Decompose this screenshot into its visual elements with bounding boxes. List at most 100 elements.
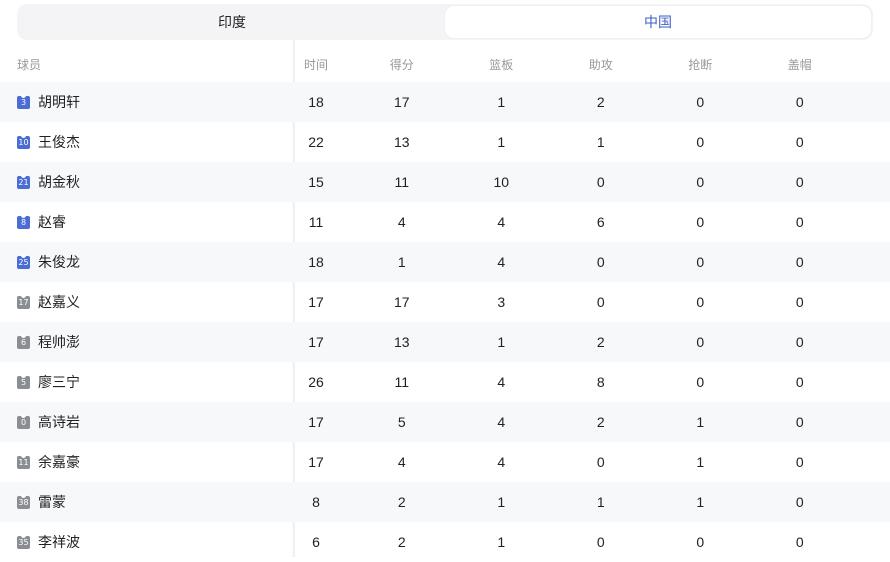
table-row[interactable]: 38雷蒙821110 [0,482,890,522]
header-steals: 抢断 [651,56,751,73]
stat-assists: 1 [551,134,651,150]
stat-assists: 2 [551,334,651,350]
stat-time: 17 [295,334,337,350]
table-row[interactable]: 6程帅澎17131200 [0,322,890,362]
stat-blocks: 0 [750,214,850,230]
header-player: 球员 [0,46,295,82]
stat-assists: 1 [551,494,651,510]
stat-rebounds: 4 [452,414,552,430]
stat-assists: 0 [551,294,651,310]
jersey-icon: 17 [17,296,30,309]
jersey-icon: 5 [17,376,30,389]
team-tabs: 印度 中国 [17,4,873,40]
header-points: 得分 [352,56,452,73]
stat-time: 26 [295,374,337,390]
stat-blocks: 0 [750,294,850,310]
player-name[interactable]: 王俊杰 [38,132,80,152]
stat-rebounds: 1 [452,334,552,350]
tab-india[interactable]: 印度 [19,6,445,38]
stat-blocks: 0 [750,254,850,270]
stat-steals: 0 [651,534,751,550]
stat-rebounds: 1 [452,534,552,550]
stat-steals: 0 [651,174,751,190]
stat-points: 4 [352,214,452,230]
stat-time: 22 [295,134,337,150]
jersey-icon: 25 [17,256,30,269]
table-row[interactable]: 5廖三宁26114800 [0,362,890,402]
stat-assists: 8 [551,374,651,390]
jersey-icon: 11 [17,456,30,469]
stat-time: 18 [295,94,337,110]
player-name[interactable]: 胡金秋 [38,172,80,192]
player-name[interactable]: 雷蒙 [38,492,66,512]
stat-steals: 1 [651,494,751,510]
player-cell: 10王俊杰 [0,122,295,162]
stat-blocks: 0 [750,334,850,350]
player-cell: 8赵睿 [0,202,295,242]
stat-blocks: 0 [750,94,850,110]
player-name[interactable]: 赵嘉义 [38,292,80,312]
table-row[interactable]: 21胡金秋151110000 [0,162,890,202]
stat-points: 13 [352,134,452,150]
player-cell: 3 胡明轩 [0,82,295,122]
jersey-icon: 35 [17,536,30,549]
stat-steals: 1 [651,454,751,470]
stat-points: 13 [352,334,452,350]
header-time: 时间 [295,56,337,73]
stat-steals: 0 [651,294,751,310]
stat-points: 1 [352,254,452,270]
stat-assists: 0 [551,534,651,550]
table-row[interactable]: 25朱俊龙1814000 [0,242,890,282]
player-name[interactable]: 胡明轩 [38,92,80,112]
table-row[interactable]: 10王俊杰22131100 [0,122,890,162]
stat-blocks: 0 [750,534,850,550]
table-row[interactable]: 0 高诗岩17 5421 0 [0,402,890,442]
stat-points: 17 [352,294,452,310]
stat-rebounds: 3 [452,294,552,310]
stat-rebounds: 4 [452,254,552,270]
stat-steals: 0 [651,374,751,390]
player-name[interactable]: 朱俊龙 [38,252,80,272]
player-cell: 38雷蒙 [0,482,295,522]
stat-blocks: 0 [750,134,850,150]
stat-rebounds: 4 [452,374,552,390]
player-name[interactable]: 赵睿 [38,212,66,232]
player-name[interactable]: 廖三宁 [38,372,80,392]
table-row[interactable]: 35李祥波621000 [0,522,890,562]
jersey-icon: 0 [17,416,30,429]
stat-points: 11 [352,174,452,190]
player-name[interactable]: 余嘉豪 [38,452,80,472]
stat-assists: 0 [551,174,651,190]
player-cell: 21胡金秋 [0,162,295,202]
table-row[interactable]: 8赵睿1144600 [0,202,890,242]
player-cell: 5 廖三宁 [0,362,295,402]
stat-time: 17 [295,414,337,430]
header-rebounds: 篮板 [452,56,552,73]
stat-time: 15 [295,174,337,190]
player-name[interactable]: 程帅澎 [38,332,80,352]
header-blocks: 盖帽 [750,56,850,73]
stat-points: 11 [352,374,452,390]
jersey-icon: 3 [17,96,30,109]
stat-steals: 0 [651,134,751,150]
stat-assists: 0 [551,454,651,470]
table-body: 3胡明轩1817120010王俊杰2213110021胡金秋1511100008… [0,82,890,562]
stat-assists: 2 [551,414,651,430]
player-cell: 17 赵嘉义 [0,282,295,322]
tab-china[interactable]: 中国 [445,6,871,38]
stat-steals: 0 [651,214,751,230]
player-name[interactable]: 李祥波 [38,532,80,552]
player-cell: 35 李祥波 [0,522,295,562]
stat-steals: 0 [651,94,751,110]
table-row[interactable]: 11余嘉豪1744010 [0,442,890,482]
player-cell: 0 高诗岩 [0,402,295,442]
player-name[interactable]: 高诗岩 [38,412,80,432]
stat-steals: 1 [651,414,751,430]
player-stats-table: 球员 时间 得分 篮板 助攻 抢断 盖帽 3胡明轩1817120010王俊杰22… [0,46,890,562]
stat-points: 5 [352,414,452,430]
table-row[interactable]: 3胡明轩18171200 [0,82,890,122]
table-row[interactable]: 17赵嘉义17173000 [0,282,890,322]
stat-assists: 2 [551,94,651,110]
table-header: 球员 时间 得分 篮板 助攻 抢断 盖帽 [0,46,890,82]
stat-time: 18 [295,254,337,270]
